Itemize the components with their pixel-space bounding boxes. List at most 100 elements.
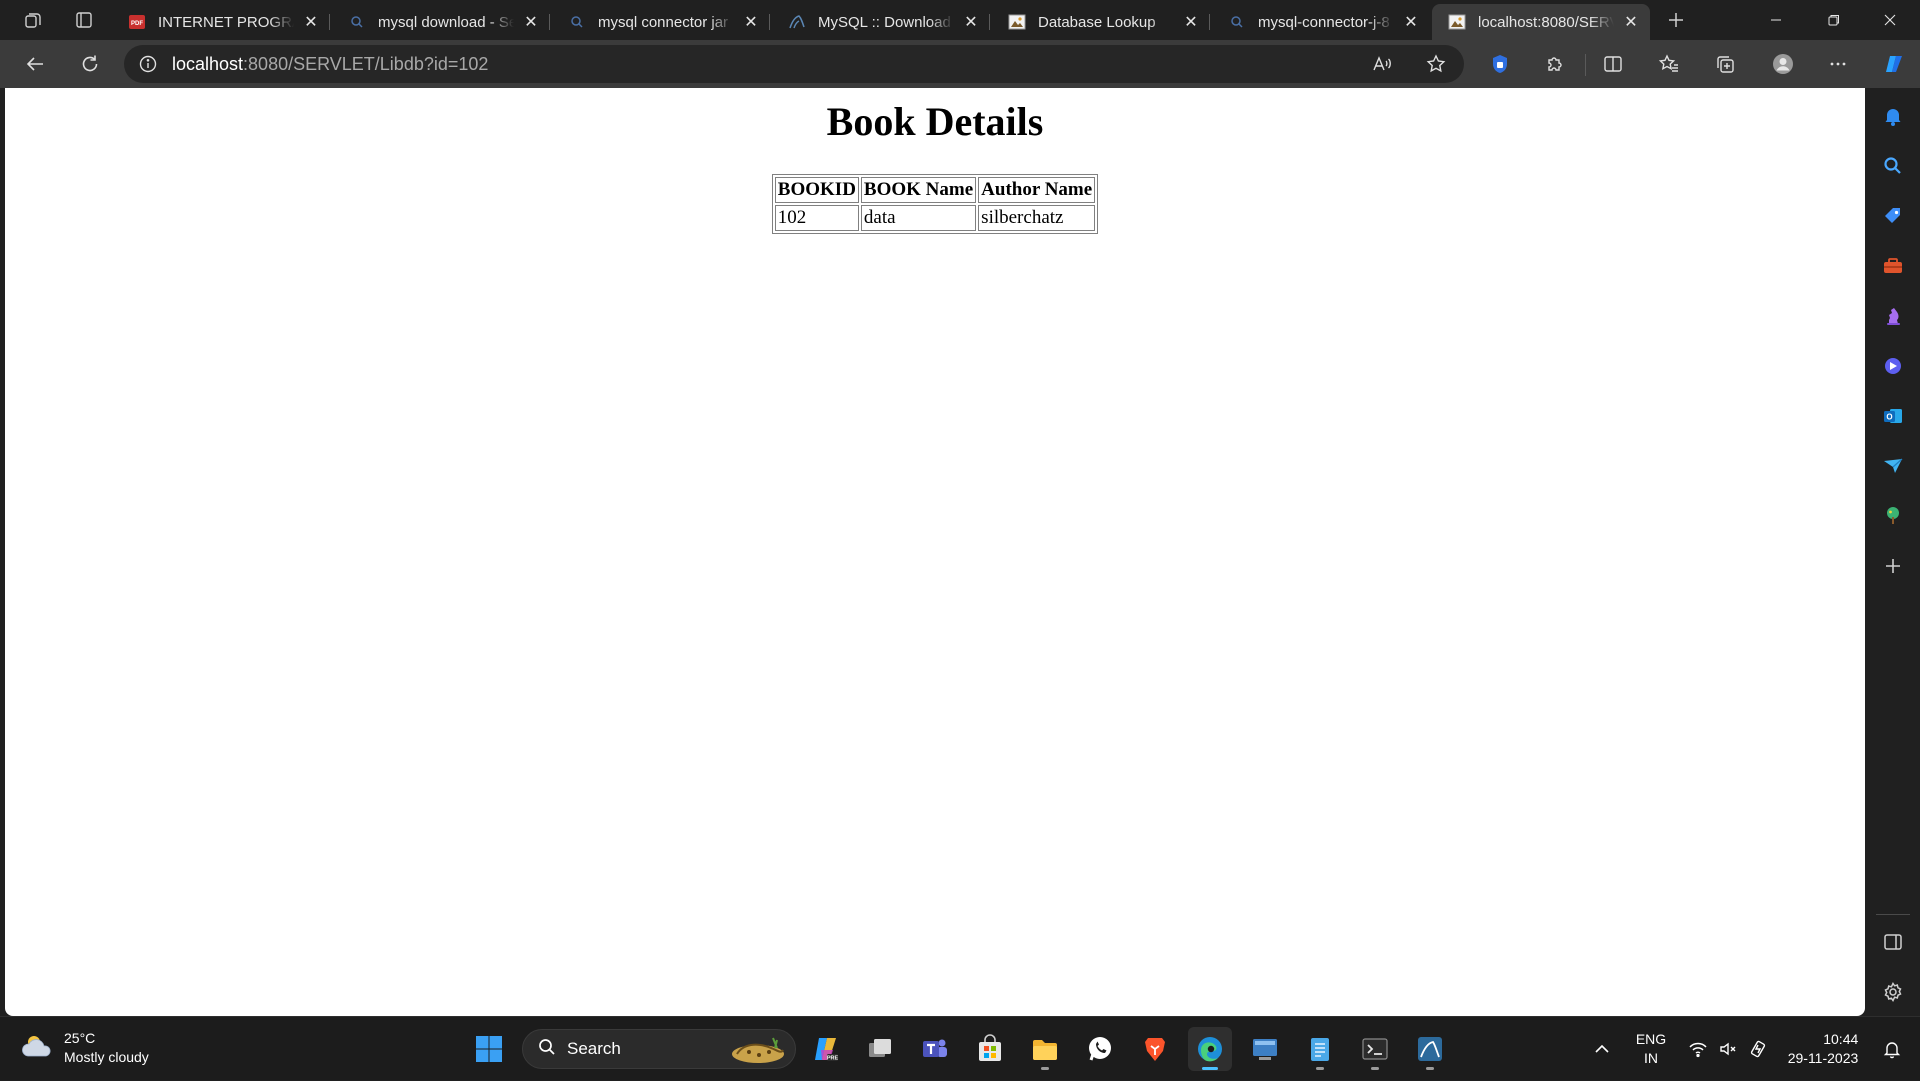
back-button[interactable]: [15, 46, 55, 82]
tab-actions-icon: [76, 12, 92, 28]
tab-internet-program[interactable]: PDF INTERNET PROGRAM ✕: [112, 4, 330, 40]
wifi-status[interactable]: [1684, 1017, 1712, 1081]
close-window-button[interactable]: [1862, 0, 1918, 40]
sidebar-shopping-button[interactable]: [1873, 196, 1913, 236]
table-cell-book-name: data: [860, 205, 977, 231]
tab-mysql-connector-jar[interactable]: mysql connector jar ✕: [552, 4, 770, 40]
search-icon: [1228, 13, 1246, 31]
whatsapp-icon: [1089, 1037, 1111, 1061]
taskbar-teams-app[interactable]: [913, 1027, 957, 1071]
teams-icon: [923, 1039, 947, 1057]
sidebar-drop-button[interactable]: [1873, 446, 1913, 486]
close-icon[interactable]: ✕: [960, 11, 982, 33]
language-line1: ENG: [1635, 1031, 1667, 1047]
tab-actions-button[interactable]: [64, 4, 104, 36]
star-icon: [1426, 54, 1446, 73]
read-aloud-button[interactable]: [1362, 45, 1402, 83]
tab-separator: [989, 14, 990, 30]
taskbar-copilot-app[interactable]: PRE: [804, 1027, 848, 1071]
tab-separator: [1209, 14, 1210, 30]
restore-button[interactable]: [1806, 0, 1862, 40]
taskbar-mysql-workbench-app[interactable]: [1408, 1027, 1452, 1071]
new-tab-button[interactable]: [1656, 4, 1696, 36]
show-hidden-icons-button[interactable]: [1580, 1017, 1624, 1081]
taskbar-store-app[interactable]: [968, 1027, 1012, 1071]
volume-muted-icon: [1720, 1042, 1736, 1056]
sidebar-tools-button[interactable]: [1873, 246, 1913, 286]
sidebar-microsoft365-button[interactable]: [1873, 346, 1913, 386]
sidebar-settings-button[interactable]: [1873, 972, 1913, 1012]
volume-status[interactable]: [1714, 1017, 1742, 1081]
taskbar-edge-app[interactable]: [1188, 1027, 1232, 1071]
taskbar-whatsapp-app[interactable]: [1078, 1027, 1122, 1071]
settings-more-button[interactable]: [1818, 46, 1858, 82]
tree-icon: [1887, 507, 1899, 524]
column-header-book-name: BOOK Name: [860, 177, 977, 203]
clock-time: 10:44: [1823, 1031, 1859, 1047]
taskbar-notepad-app[interactable]: [1298, 1027, 1342, 1071]
refresh-button[interactable]: [70, 46, 110, 82]
profile-button[interactable]: [1763, 46, 1803, 82]
windows-logo-icon: [476, 1036, 502, 1062]
collections-button[interactable]: [1705, 46, 1745, 82]
address-bar[interactable]: localhost:8080/SERVLET/Libdb?id=102: [124, 45, 1464, 83]
tab-separator: [329, 14, 330, 30]
tab-localhost-servlet[interactable]: localhost:8080/SERVL ✕: [1432, 4, 1650, 40]
close-icon[interactable]: ✕: [740, 11, 762, 33]
taskbar-remote-app[interactable]: [1243, 1027, 1287, 1071]
taskbar-brave-app[interactable]: [1133, 1027, 1177, 1071]
clock[interactable]: 10:44 29-11-2023: [1778, 1017, 1868, 1081]
close-icon[interactable]: ✕: [300, 11, 322, 33]
table-header-row: BOOKID BOOK Name Author Name: [774, 177, 1096, 203]
taskbar-task-view[interactable]: [858, 1027, 902, 1071]
tab-mysql-connector-j[interactable]: mysql-connector-j-8 ✕: [1212, 4, 1430, 40]
copilot-button[interactable]: [1874, 46, 1914, 82]
close-icon[interactable]: ✕: [1400, 11, 1422, 33]
tab-mysql-download[interactable]: MySQL :: Download C ✕: [772, 4, 990, 40]
sidebar-outlook-button[interactable]: O: [1873, 396, 1913, 436]
edge-icon: [1198, 1037, 1222, 1062]
weather-temperature: 25°C: [64, 1030, 96, 1046]
workspaces-button[interactable]: [13, 4, 53, 36]
notifications-button[interactable]: [1872, 1017, 1912, 1081]
extensions-button[interactable]: [1535, 46, 1575, 82]
minimize-button[interactable]: [1748, 0, 1804, 40]
favorites-button[interactable]: [1649, 46, 1689, 82]
cloudy-weather-icon: [20, 1032, 56, 1065]
taskbar-search-box[interactable]: Search: [522, 1029, 796, 1069]
language-indicator[interactable]: ENG IN: [1626, 1017, 1676, 1081]
tab-separator: [549, 14, 550, 30]
search-icon: [1884, 157, 1901, 174]
mysql-icon: [788, 13, 806, 31]
close-icon[interactable]: ✕: [520, 11, 542, 33]
copilot-icon: [1886, 56, 1902, 72]
sidebar-games-button[interactable]: [1873, 296, 1913, 336]
start-button[interactable]: [467, 1027, 511, 1071]
battery-status[interactable]: [1744, 1017, 1772, 1081]
tab-mysql-download-search[interactable]: mysql download - Se ✕: [332, 4, 550, 40]
sidebar-add-button[interactable]: [1873, 546, 1913, 586]
browser-essentials-button[interactable]: [1480, 46, 1520, 82]
tab-database-lookup[interactable]: Database Lookup ✕: [992, 4, 1210, 40]
sidebar-notifications-button[interactable]: [1873, 96, 1913, 136]
sidebar-search-button[interactable]: [1873, 146, 1913, 186]
workspaces-icon: [25, 13, 41, 28]
split-screen-button[interactable]: [1593, 46, 1633, 82]
toolbox-icon: [1884, 258, 1902, 273]
sidebar-hide-button[interactable]: [1873, 922, 1913, 962]
mysql-workbench-icon: [1418, 1037, 1442, 1061]
favorite-star-button[interactable]: [1416, 45, 1456, 83]
tab-title: MySQL :: Download C: [818, 13, 954, 31]
url-text[interactable]: localhost:8080/SERVLET/Libdb?id=102: [172, 54, 488, 75]
taskbar-terminal-app[interactable]: [1353, 1027, 1397, 1071]
close-icon[interactable]: ✕: [1180, 11, 1202, 33]
weather-widget[interactable]: 25°C Mostly cloudy: [20, 1029, 149, 1067]
image-icon: [1008, 13, 1026, 31]
info-icon[interactable]: [124, 54, 172, 74]
bell-icon: [1883, 1042, 1901, 1059]
taskbar-file-explorer-app[interactable]: [1023, 1027, 1067, 1071]
close-icon[interactable]: ✕: [1620, 11, 1642, 33]
image-icon: [1448, 13, 1466, 31]
tag-icon: [1885, 208, 1900, 223]
sidebar-tree-button[interactable]: [1873, 496, 1913, 536]
